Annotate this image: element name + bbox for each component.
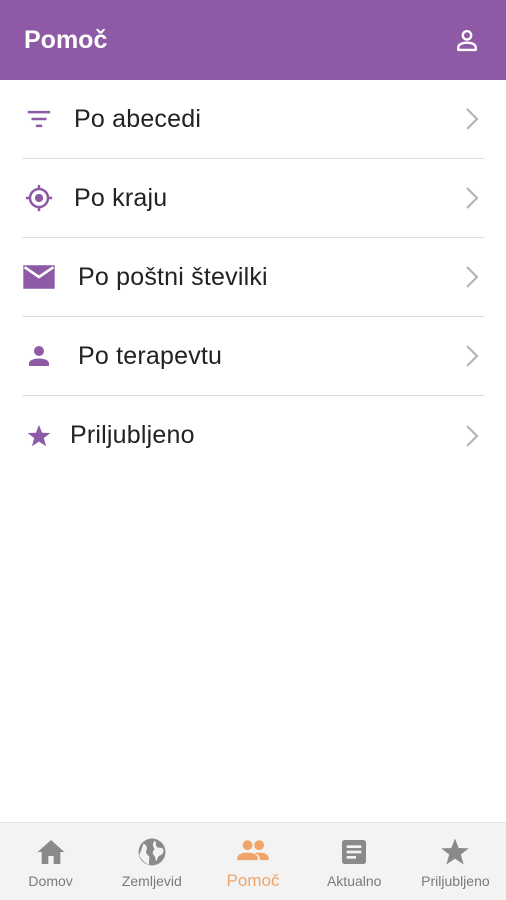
search-options-list: Po abecedi Po kraju Po poštni številki P… [0,80,506,475]
star-icon [22,419,56,453]
nav-tab-help[interactable]: Pomoč [202,823,303,900]
page-title: Pomoč [24,25,108,54]
article-icon [336,835,372,869]
menu-item-label: Po kraju [74,183,168,212]
profile-icon[interactable] [452,25,482,55]
menu-item-by-therapist[interactable]: Po terapevtu [22,317,484,396]
people-icon [235,835,271,869]
nav-tab-label: Domov [28,873,73,889]
menu-item-label: Po terapevtu [78,341,223,370]
menu-item-label: Priljubljeno [70,421,195,449]
menu-item-label: Po abecedi [74,104,202,133]
filter-icon [22,102,56,136]
menu-item-favorites[interactable]: Priljubljeno [22,396,484,475]
home-icon [33,835,69,869]
nav-tab-label: Pomoč [226,871,280,890]
person-icon [22,339,56,373]
menu-item-by-postal-code[interactable]: Po poštni številki [22,238,484,317]
globe-icon [134,835,170,869]
menu-item-by-place[interactable]: Po kraju [22,159,484,238]
app-bar: Pomoč [0,0,506,80]
nav-tab-label: Zemljevid [121,873,182,889]
nav-tab-label: Priljubljeno [421,873,490,889]
chevron-right-icon [462,341,482,371]
chevron-right-icon [462,104,482,134]
menu-item-label: Po poštni številki [78,262,268,291]
nav-tab-home[interactable]: Domov [0,823,101,900]
nav-tab-label: Aktualno [326,873,382,889]
star-icon [437,835,473,869]
nav-tab-news[interactable]: Aktualno [304,823,405,900]
nav-tab-map[interactable]: Zemljevid [101,823,202,900]
bottom-navigation: Domov Zemljevid Pomoč Aktualno Priljublj… [0,822,506,900]
chevron-right-icon [462,183,482,213]
menu-item-alphabetical[interactable]: Po abecedi [22,80,484,159]
location-target-icon [22,181,56,215]
chevron-right-icon [462,262,482,292]
nav-tab-favorites[interactable]: Priljubljeno [405,823,506,900]
chevron-right-icon [462,421,482,451]
mail-icon [22,260,56,294]
